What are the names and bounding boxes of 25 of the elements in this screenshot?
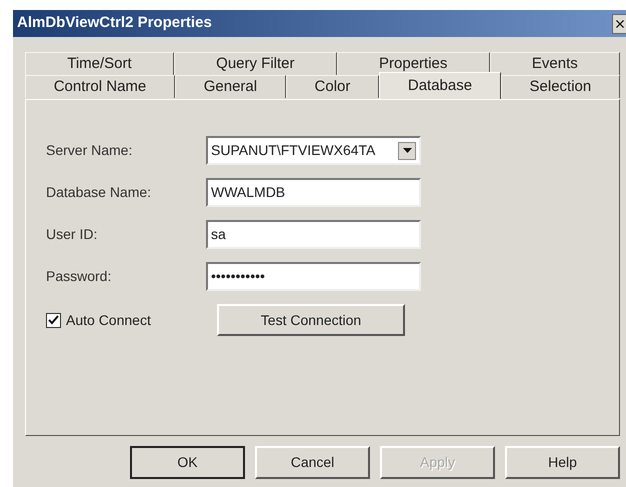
dialog-button[interactable]: OK	[130, 446, 245, 479]
field-label: Database Name:	[46, 183, 152, 202]
field-label: User ID:	[46, 225, 98, 244]
tab[interactable]: General	[175, 75, 286, 98]
input-field[interactable]: •••••••••••	[206, 262, 421, 291]
tab[interactable]: Query Filter	[174, 52, 337, 75]
test-connection-button[interactable]: Test Connection	[217, 304, 405, 336]
dialog-button[interactable]: Help	[505, 446, 620, 479]
dropdown-field[interactable]: SUPANUT\FTVIEWX64TA	[206, 136, 421, 165]
input-field[interactable]: sa	[206, 220, 421, 249]
field-label: Server Name:	[46, 141, 134, 160]
input-field[interactable]: WWALMDB	[206, 178, 421, 207]
tab[interactable]: Properties	[336, 52, 490, 75]
field-label: Password:	[46, 267, 112, 286]
tab[interactable]: Control Name	[25, 75, 175, 98]
tab[interactable]: Events	[490, 52, 620, 75]
dialog-button[interactable]: Cancel	[255, 446, 370, 479]
tab[interactable]: Color	[286, 75, 380, 98]
checkbox-label: Auto Connect	[66, 310, 152, 330]
tab[interactable]: Database	[379, 72, 501, 99]
tab[interactable]: Time/Sort	[25, 52, 174, 75]
close-button[interactable]: ×	[612, 14, 626, 34]
checkbox[interactable]	[46, 312, 61, 328]
tab[interactable]: Selection	[500, 75, 620, 98]
window-title: AlmDbViewCtrl2 Properties	[17, 13, 212, 34]
